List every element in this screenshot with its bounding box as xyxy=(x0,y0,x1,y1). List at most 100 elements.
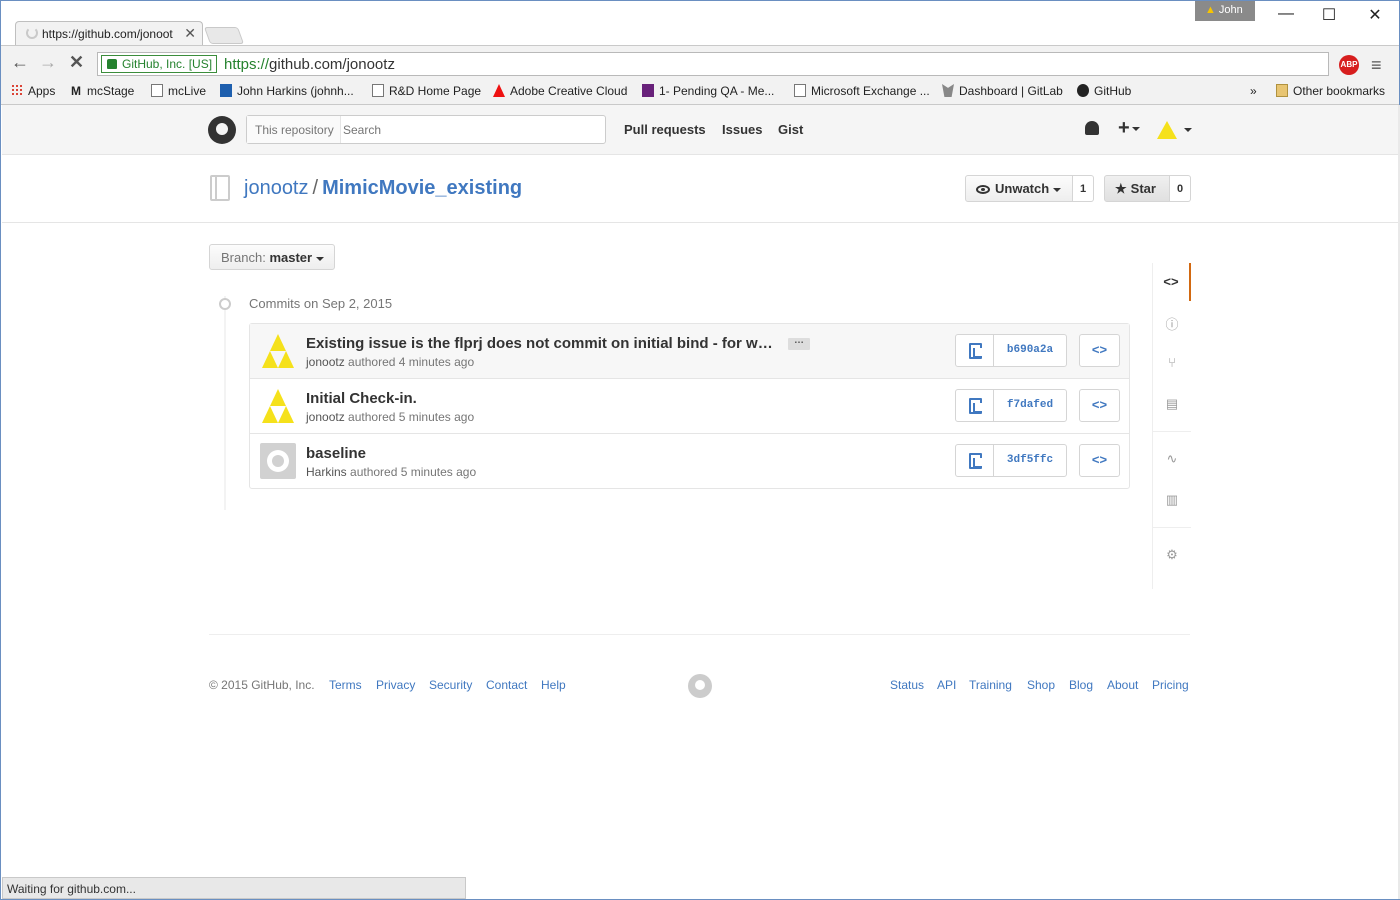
footer-link-pricing[interactable]: Pricing xyxy=(1152,678,1189,692)
bookmark-apps[interactable]: Apps xyxy=(11,84,55,98)
nav-pull-requests[interactable]: Pull requests xyxy=(624,122,706,137)
commit-author[interactable]: jonootz xyxy=(306,355,345,369)
browse-code-button[interactable]: <> xyxy=(1079,444,1120,477)
graphs-glyph: ▥ xyxy=(1165,492,1179,507)
commit-sha-link[interactable]: b690a2a xyxy=(994,344,1066,356)
commit-sha-link[interactable]: f7dafed xyxy=(994,399,1066,411)
url-text[interactable]: https://github.com/jonootz xyxy=(224,56,395,73)
browse-code-button[interactable]: <> xyxy=(1079,389,1120,422)
branch-selector[interactable]: Branch: master xyxy=(209,244,335,270)
repo-owner-link[interactable]: jonootz xyxy=(244,177,309,199)
maximize-button[interactable]: ☐ xyxy=(1314,5,1344,27)
tab-title: https://github.com/jonoot xyxy=(42,27,173,41)
bookmark-rd-home[interactable]: R&D Home Page xyxy=(372,84,481,98)
bookmark-label: Other bookmarks xyxy=(1293,84,1386,98)
commit-sha-link[interactable]: 3df5ffc xyxy=(994,454,1066,466)
create-new-button[interactable]: + xyxy=(1118,117,1140,140)
github-logo-icon[interactable] xyxy=(688,674,712,698)
footer-link-help[interactable]: Help xyxy=(541,678,566,692)
bookmark-github[interactable]: GitHub xyxy=(1077,84,1131,98)
user-avatar-menu[interactable] xyxy=(1157,120,1192,140)
search-input[interactable] xyxy=(343,117,599,142)
bookmark-exchange[interactable]: Microsoft Exchange ... xyxy=(794,84,930,98)
code-icon[interactable]: <> xyxy=(1153,263,1191,301)
expand-message-button[interactable]: … xyxy=(788,336,810,350)
new-tab-button[interactable] xyxy=(203,27,245,44)
clipboard-copy-icon[interactable] xyxy=(956,390,994,421)
branch-value: master xyxy=(269,250,313,265)
footer-link-privacy[interactable]: Privacy xyxy=(376,678,415,692)
other-bookmarks-folder[interactable]: Other bookmarks xyxy=(1276,84,1385,98)
bookmark-john-harkins[interactable]: John Harkins (johnh... xyxy=(220,84,354,98)
browser-tab[interactable]: https://github.com/jonoot ✕ xyxy=(15,21,203,46)
bookmark-adobe[interactable]: Adobe Creative Cloud xyxy=(493,84,627,98)
issues-icon[interactable]: ⓘ xyxy=(1153,303,1191,341)
commit-message[interactable]: baseline xyxy=(306,445,366,462)
footer-link-blog[interactable]: Blog xyxy=(1069,678,1093,692)
triforce-avatar[interactable] xyxy=(260,333,296,369)
unwatch-button[interactable]: Unwatch xyxy=(965,175,1073,202)
footer-link-contact[interactable]: Contact xyxy=(486,678,527,692)
bookmark-mcstage[interactable]: MmcStage xyxy=(71,84,134,98)
graphs-icon[interactable]: ▥ xyxy=(1153,481,1191,519)
adobe-icon xyxy=(493,84,505,97)
pull-requests-icon[interactable]: ⑂ xyxy=(1153,344,1191,382)
bookmarks-overflow-button[interactable]: » xyxy=(1250,84,1257,98)
footer-link-api[interactable]: API xyxy=(937,678,956,692)
tab-close-icon[interactable]: ✕ xyxy=(184,25,196,42)
footer-link-training[interactable]: Training xyxy=(969,678,1012,692)
adblock-plus-icon[interactable]: ABP xyxy=(1339,55,1359,75)
commit-meta: Harkins authored 5 minutes ago xyxy=(306,465,476,479)
profile-button[interactable]: ▲ John xyxy=(1195,1,1255,21)
star-label: Star xyxy=(1130,181,1156,196)
commit-message[interactable]: Existing issue is the flprj does not com… xyxy=(306,335,780,352)
browser-window: https://github.com/jonoot ✕ ▲ John — ☐ ✕ … xyxy=(0,0,1400,900)
notifications-bell-icon[interactable] xyxy=(1085,121,1099,135)
repo-name-link[interactable]: MimicMovie_existing xyxy=(322,177,522,199)
sha-group: b690a2a xyxy=(955,334,1067,367)
url-scheme: https:// xyxy=(224,56,270,73)
ev-certificate-badge[interactable]: GitHub, Inc. [US] xyxy=(101,55,218,73)
minimize-button[interactable]: — xyxy=(1271,5,1301,27)
clipboard-copy-icon[interactable] xyxy=(956,445,994,476)
footer-link-terms[interactable]: Terms xyxy=(329,678,362,692)
star-count[interactable]: 0 xyxy=(1170,175,1191,202)
commit-author[interactable]: jonootz xyxy=(306,410,345,424)
triforce-left xyxy=(262,351,278,368)
back-arrow-icon[interactable]: ← xyxy=(11,52,29,73)
forward-arrow-icon[interactable]: → xyxy=(39,52,57,73)
watch-count[interactable]: 1 xyxy=(1073,175,1094,202)
commit-time: authored 5 minutes ago xyxy=(348,410,475,424)
github-logo-icon[interactable] xyxy=(208,116,236,144)
bookmark-gitlab[interactable]: Dashboard | GitLab xyxy=(942,84,1063,98)
footer-link-security[interactable]: Security xyxy=(429,678,472,692)
pulse-icon[interactable]: ∿ xyxy=(1153,440,1191,478)
commit-author[interactable]: Harkins xyxy=(306,465,347,479)
address-bar[interactable]: GitHub, Inc. [US] https://github.com/jon… xyxy=(97,52,1329,76)
triforce-avatar[interactable] xyxy=(260,388,296,424)
default-github-avatar[interactable] xyxy=(260,443,296,479)
github-icon xyxy=(1077,84,1089,97)
footer-link-status[interactable]: Status xyxy=(890,678,924,692)
commit-row: baseline Harkins authored 5 minutes ago … xyxy=(250,434,1129,489)
bookmark-mclive[interactable]: mcLive xyxy=(151,84,206,98)
commit-message[interactable]: Initial Check-in. xyxy=(306,390,417,407)
nav-gist[interactable]: Gist xyxy=(778,122,803,137)
settings-icon[interactable]: ⚙ xyxy=(1153,536,1191,574)
gmail-icon: M xyxy=(71,84,81,98)
close-window-button[interactable]: ✕ xyxy=(1360,5,1390,27)
stop-loading-icon[interactable]: ✕ xyxy=(69,52,84,73)
bookmark-label: Dashboard | GitLab xyxy=(959,84,1063,98)
browse-code-button[interactable]: <> xyxy=(1079,334,1120,367)
footer-link-shop[interactable]: Shop xyxy=(1027,678,1055,692)
commit-time: authored 4 minutes ago xyxy=(348,355,475,369)
clipboard-copy-icon[interactable] xyxy=(956,335,994,366)
footer-link-about[interactable]: About xyxy=(1107,678,1138,692)
chrome-menu-icon[interactable]: ≡ xyxy=(1371,55,1382,76)
wiki-icon[interactable]: ▤ xyxy=(1153,385,1191,423)
sha-group: 3df5ffc xyxy=(955,444,1067,477)
bookmark-pending-qa[interactable]: 1- Pending QA - Me... xyxy=(642,84,774,98)
commit-meta: jonootz authored 5 minutes ago xyxy=(306,410,474,424)
star-button[interactable]: ★ Star xyxy=(1104,175,1170,202)
nav-issues[interactable]: Issues xyxy=(722,122,762,137)
